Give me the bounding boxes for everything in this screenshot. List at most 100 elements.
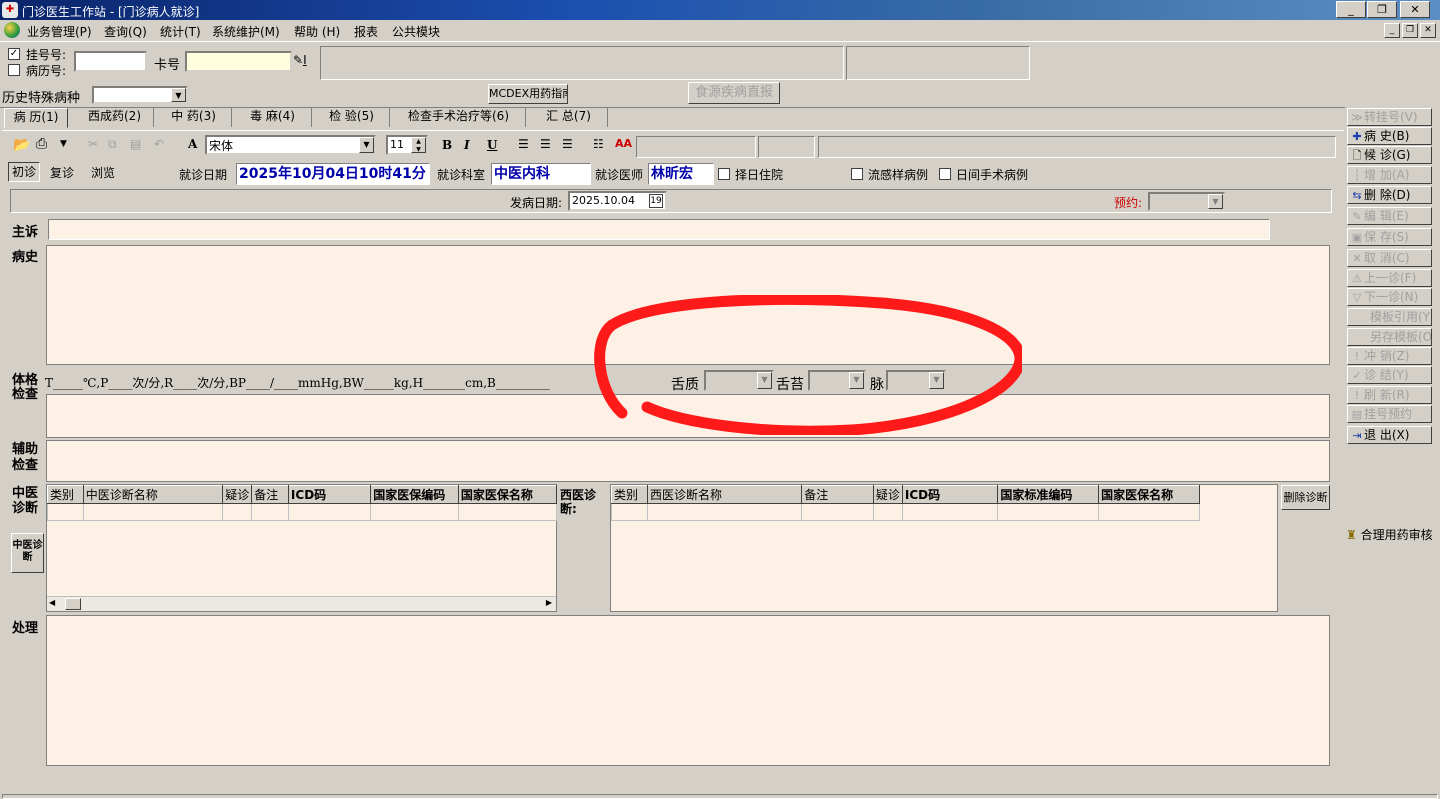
browse-button[interactable]: 浏览 <box>86 164 120 182</box>
reg-no-input[interactable] <box>74 51 147 72</box>
physical-exam-input[interactable] <box>46 394 1330 438</box>
side-button-12[interactable]: ! 冲 销(Z) <box>1347 347 1432 365</box>
bold-button[interactable]: B <box>442 138 452 152</box>
treatment-input[interactable] <box>46 615 1330 766</box>
align-center-icon[interactable]: ☰ <box>540 137 551 151</box>
side-button-14[interactable]: ! 刷 新(R) <box>1347 386 1432 404</box>
align-right-icon[interactable]: ☰ <box>562 137 573 151</box>
reg-no-checkbox[interactable]: ✓ <box>8 48 20 60</box>
menu-business[interactable]: 业务管理(P) <box>27 23 92 40</box>
print-dropdown-icon[interactable]: ▼ <box>60 139 67 149</box>
tcm-col-icd[interactable]: ICD码 <box>287 485 372 504</box>
tongue-quality-select[interactable]: ▼ <box>704 370 774 391</box>
pulse-select[interactable]: ▼ <box>886 370 946 391</box>
copy-icon[interactable]: ⧉ <box>108 137 117 152</box>
food-disease-report-button[interactable]: 食源疾病直报 <box>688 82 780 104</box>
side-button-2[interactable]: 🗋 候 诊(G) <box>1347 146 1432 164</box>
tcm-diagnosis-button[interactable]: 中医诊断 <box>11 533 44 573</box>
inpatient-checkbox[interactable] <box>718 168 730 180</box>
side-button-7[interactable]: ✕ 取 消(C) <box>1347 249 1432 267</box>
rational-drug-review-button[interactable]: ♜ 合理用药审核 <box>1346 526 1434 546</box>
tab-western-medicine[interactable]: 西成药(2) <box>76 108 154 127</box>
onset-date-input[interactable]: 2025.10.04 19 <box>568 191 667 211</box>
paste-icon[interactable]: ▤ <box>130 137 141 151</box>
close-button[interactable]: ✕ <box>1400 1 1430 18</box>
return-visit-button[interactable]: 复诊 <box>46 164 78 182</box>
side-button-3[interactable]: ┆ 增 加(A) <box>1347 166 1432 184</box>
tab-lab-tests[interactable]: 检 验(5) <box>314 108 390 127</box>
side-button-10[interactable]: 模板引用(Y) <box>1347 308 1432 326</box>
tcm-horizontal-scrollbar[interactable]: ◀ ▶ <box>47 596 556 611</box>
table-row[interactable] <box>47 503 558 521</box>
font-style-icon[interactable]: AA <box>615 137 632 150</box>
tab-summary[interactable]: 汇 总(7) <box>530 108 608 127</box>
tcm-col-name[interactable]: 中医诊断名称 <box>82 485 224 504</box>
card-input[interactable] <box>185 51 292 72</box>
western-col-standard-code[interactable]: 国家标准编码 <box>997 485 1100 504</box>
menu-help[interactable]: 帮助 (H) <box>294 23 340 40</box>
record-no-checkbox[interactable] <box>8 64 20 76</box>
tongue-coating-select[interactable]: ▼ <box>808 370 866 391</box>
side-button-13[interactable]: ✓ 诊 结(Y) <box>1347 366 1432 384</box>
tab-medical-record[interactable]: 病 历(1) <box>4 108 68 128</box>
font-size-stepper[interactable]: 11 ▲ ▼ <box>386 135 428 155</box>
western-col-note[interactable]: 备注 <box>801 485 874 504</box>
side-button-8[interactable]: ⚠ 上一诊(F) <box>1347 269 1432 287</box>
side-button-6[interactable]: ▣ 保 存(S) <box>1347 228 1432 246</box>
flu-checkbox[interactable] <box>851 168 863 180</box>
first-visit-button[interactable]: 初诊 <box>8 162 40 182</box>
scroll-left-icon[interactable]: ◀ <box>49 598 55 607</box>
western-col-insurance-name[interactable]: 国家医保名称 <box>1098 485 1200 504</box>
day-surgery-checkbox[interactable] <box>939 168 951 180</box>
restore-button[interactable]: ❐ <box>1367 1 1397 18</box>
menu-public[interactable]: 公共模块 <box>392 23 440 40</box>
menu-maintenance[interactable]: 系统维护(M) <box>212 23 280 40</box>
italic-button[interactable]: I <box>464 138 470 152</box>
tab-chinese-medicine[interactable]: 中 药(3) <box>156 108 232 127</box>
tcm-col-note[interactable]: 备注 <box>251 485 289 504</box>
mdi-restore-button[interactable]: ❐ <box>1402 23 1418 38</box>
undo-icon[interactable]: ↶ <box>154 137 164 151</box>
western-diagnosis-grid[interactable]: 类别 西医诊断名称 备注 疑诊 ICD码 国家标准编码 国家医保名称 <box>611 485 1200 521</box>
menu-statistics[interactable]: 统计(T) <box>160 23 201 40</box>
font-name-select[interactable]: 宋体 ▼ <box>205 135 376 155</box>
chief-complaint-input[interactable] <box>48 219 1270 240</box>
history-select[interactable]: ▼ <box>92 86 188 104</box>
side-button-9[interactable]: ▽ 下一诊(N) <box>1347 288 1432 306</box>
western-col-suspect[interactable]: 疑诊 <box>872 485 903 504</box>
tcm-diagnosis-grid[interactable]: 类别 中医诊断名称 疑诊 备注 ICD码 国家医保编码 国家医保名称 <box>47 485 558 521</box>
align-left-icon[interactable]: ☰ <box>518 137 529 151</box>
western-col-name[interactable]: 西医诊断名称 <box>646 485 803 504</box>
tab-narcotics[interactable]: 毒 麻(4) <box>234 108 312 127</box>
scroll-right-icon[interactable]: ▶ <box>546 598 552 607</box>
side-button-0[interactable]: ≫转挂号(V) <box>1347 108 1432 126</box>
mdi-minimize-button[interactable]: _ <box>1384 23 1400 38</box>
tab-exams-procedures[interactable]: 检查手术治疗等(6) <box>392 108 526 127</box>
delete-diagnosis-button[interactable]: 删除诊断 <box>1281 485 1330 510</box>
open-folder-icon[interactable]: 📂 <box>13 137 30 153</box>
menu-reports[interactable]: 报表 <box>354 23 378 40</box>
side-button-16[interactable]: ⇥ 退 出(X) <box>1347 426 1432 444</box>
side-button-4[interactable]: ⇆ 删 除(D) <box>1347 186 1432 204</box>
tcm-col-suspect[interactable]: 疑诊 <box>222 485 253 504</box>
card-reader-button[interactable]: ✎I <box>293 53 321 71</box>
appointment-select[interactable]: ▼ <box>1148 192 1225 211</box>
bullet-list-icon[interactable]: ☷ <box>593 137 604 151</box>
underline-button[interactable]: U <box>487 138 497 152</box>
mdi-close-button[interactable]: ✕ <box>1420 23 1436 38</box>
scroll-thumb[interactable] <box>65 598 81 610</box>
side-button-5[interactable]: ✎ 编 辑(E) <box>1347 207 1432 225</box>
side-button-11[interactable]: 另存模板(O) <box>1347 328 1432 346</box>
aux-exam-input[interactable] <box>46 440 1330 482</box>
mcdex-button[interactable]: MCDEX用药指南 <box>488 84 568 104</box>
western-col-category[interactable]: 类别 <box>611 485 648 504</box>
print-icon[interactable]: ⎙ <box>36 136 47 152</box>
western-col-icd[interactable]: ICD码 <box>901 485 999 504</box>
menu-query[interactable]: 查询(Q) <box>104 23 147 40</box>
history-input[interactable] <box>46 245 1330 365</box>
side-button-1[interactable]: ✚ 病 史(B) <box>1347 127 1432 145</box>
tcm-col-insurance-code[interactable]: 国家医保编码 <box>370 485 459 504</box>
side-button-15[interactable]: ▤ 挂号预约 <box>1347 405 1432 423</box>
minimize-button[interactable]: _ <box>1336 1 1366 18</box>
table-row[interactable] <box>611 503 1200 521</box>
